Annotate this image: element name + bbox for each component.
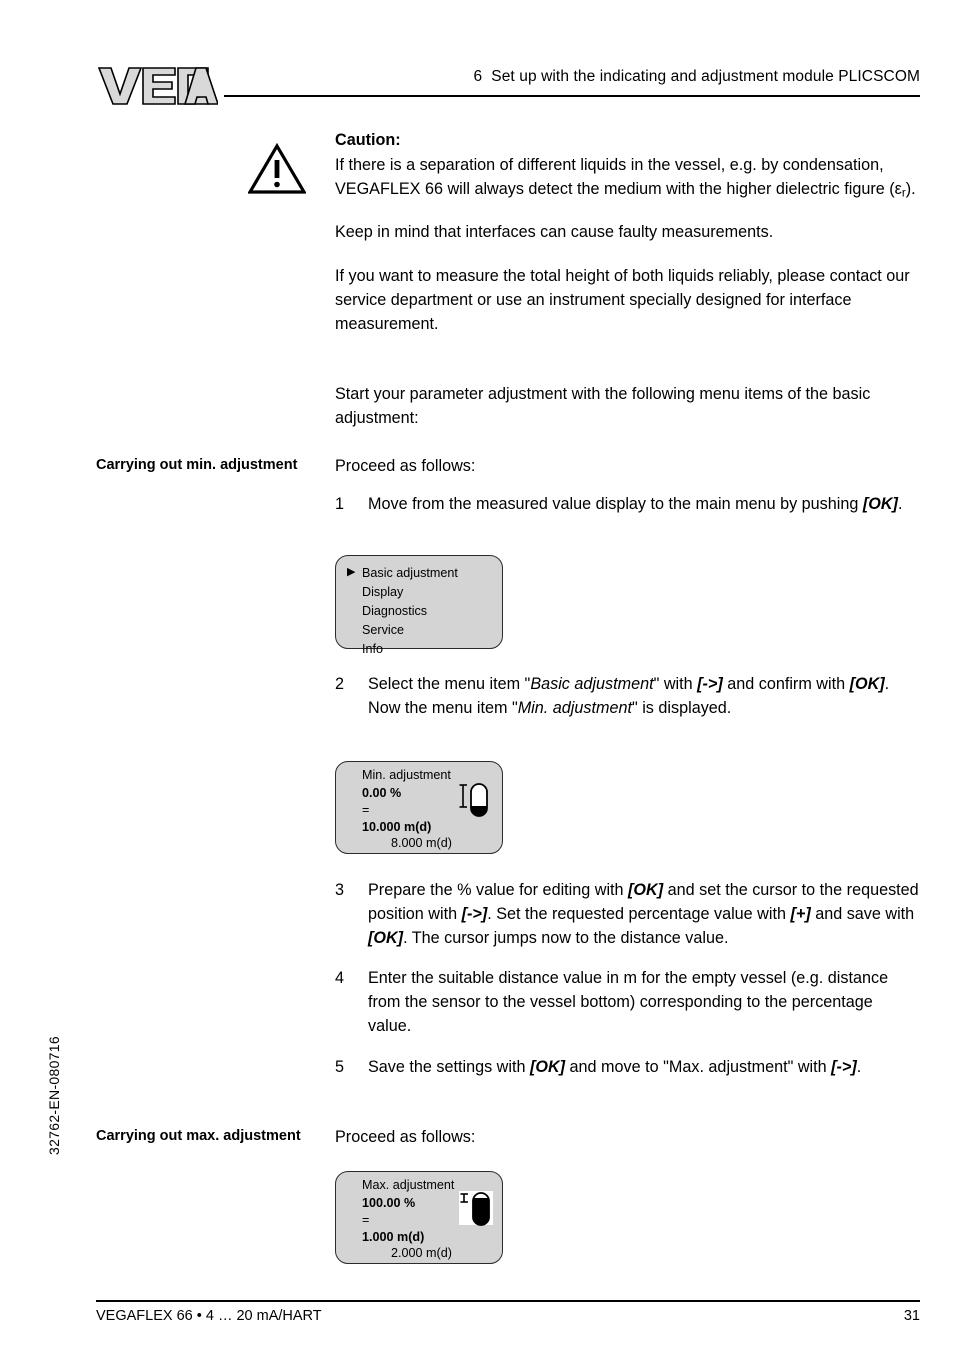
menu-item-diagnostics[interactable]: Diagnostics	[336, 601, 502, 620]
lcd-min-adjustment[interactable]: Min. adjustment 0.00 % = 10.000 m(d) 8.0…	[335, 761, 503, 854]
step-number: 3	[335, 881, 345, 899]
min-intro-wrap: Proceed as follows:	[335, 455, 920, 479]
min-intro: Proceed as follows:	[335, 457, 476, 475]
warning-triangle-icon	[248, 143, 306, 195]
paragraph-service: If you want to measure the total height …	[335, 267, 910, 333]
step-text: Prepare the % value for editing with [OK…	[368, 881, 919, 947]
step-2: 2 Select the menu item "Basic adjustment…	[335, 673, 920, 721]
key-right: [->]	[461, 904, 488, 923]
max-adjustment-distance[interactable]: 1.000 m(d)	[336, 1230, 502, 1244]
menu-item-label: Service	[362, 622, 404, 637]
lcd-main-menu[interactable]: ▶ Basic adjustment Display Diagnostics S…	[335, 555, 503, 656]
step-number: 4	[335, 969, 345, 988]
paragraph-start: Start your parameter adjustment with the…	[335, 385, 871, 427]
key-ok: [OK]	[849, 675, 885, 693]
key-ok: [OK]	[529, 1057, 566, 1076]
min-adjustment-title: Min. adjustment	[362, 768, 451, 782]
lcd-max-adjustment[interactable]: Max. adjustment 100.00 % = 1.000 m(d) 2.…	[335, 1171, 503, 1264]
page-title: 6 Set up with the indicating and adjustme…	[340, 68, 920, 86]
step-5: 5 Save the settings with [OK] and move t…	[335, 1056, 920, 1080]
key-plus: [+]	[790, 904, 811, 923]
menu-item-service[interactable]: Service	[336, 620, 502, 639]
document-page: 6 Set up with the indicating and adjustme…	[0, 0, 954, 1354]
vega-logo	[96, 64, 218, 106]
step-text: Select the menu item "Basic adjustment" …	[368, 675, 890, 717]
paragraph-interfaces: Keep in mind that interfaces can cause f…	[335, 223, 774, 242]
selection-arrow-icon: ▶	[347, 566, 356, 578]
footer-divider	[96, 1300, 920, 1302]
max-intro-wrap: Proceed as follows:	[335, 1126, 920, 1150]
caution-title: Caution:	[335, 131, 401, 149]
key-ok: [OK]	[628, 881, 664, 899]
menu-item-label: Display	[362, 584, 404, 599]
caution-block: Caution: If there is a separation of dif…	[335, 129, 920, 357]
key-ok: [OK]	[368, 928, 404, 947]
max-adjustment-current: 2.000 m(d)	[391, 1246, 452, 1260]
key-right: [->]	[697, 675, 723, 693]
chapter-title: Set up with the indicating and adjustmen…	[491, 68, 920, 85]
min-adjustment-distance[interactable]: 10.000 m(d)	[336, 820, 502, 834]
page-number: 31	[903, 1308, 920, 1324]
page-header: 6 Set up with the indicating and adjustme…	[0, 0, 954, 110]
max-adjustment-title: Max. adjustment	[362, 1178, 455, 1192]
key-ok: [OK]	[862, 495, 898, 513]
menu-item-label: Basic adjustment	[362, 565, 458, 580]
step-text: Move from the measured value display to …	[368, 495, 903, 513]
menu-item-info[interactable]: Info	[336, 639, 502, 658]
step-number: 5	[335, 1057, 345, 1076]
footer-product: VEGAFLEX 66 • 4 … 20 mA/HART	[96, 1308, 322, 1324]
step-number: 2	[335, 675, 345, 693]
margin-heading-min: Carrying out min. adjustment	[96, 457, 298, 473]
menu-item-label: Info	[362, 641, 384, 656]
step-1: 1 Move from the measured value display t…	[335, 493, 920, 517]
menu-item-basic-adjustment[interactable]: ▶ Basic adjustment	[336, 563, 502, 582]
step-text: Enter the suitable distance value in m f…	[368, 969, 889, 1036]
caution-body: If there is a separation of different li…	[335, 155, 916, 200]
min-adjustment-current: 8.000 m(d)	[391, 836, 452, 850]
paragraph-start-wrap: Start your parameter adjustment with the…	[335, 383, 920, 431]
key-right: [->]	[831, 1057, 857, 1076]
menu-item-display[interactable]: Display	[336, 582, 502, 601]
vessel-empty-icon	[459, 781, 493, 821]
menu-item-label: Diagnostics	[362, 603, 428, 618]
max-intro: Proceed as follows:	[335, 1128, 476, 1146]
vessel-full-icon	[459, 1191, 493, 1231]
header-divider	[224, 95, 920, 97]
step-3: 3 Prepare the % value for editing with […	[335, 879, 920, 950]
chapter-number: 6	[473, 68, 483, 85]
step-number: 1	[335, 495, 345, 513]
margin-heading-max: Carrying out max. adjustment	[96, 1128, 301, 1144]
step-4: 4 Enter the suitable distance value in m…	[335, 967, 920, 1038]
steps-3-5: 3 Prepare the % value for editing with […	[335, 879, 920, 1080]
document-code: 32762-EN-080716	[46, 1036, 62, 1155]
step-text: Save the settings with [OK] and move to …	[368, 1057, 862, 1076]
